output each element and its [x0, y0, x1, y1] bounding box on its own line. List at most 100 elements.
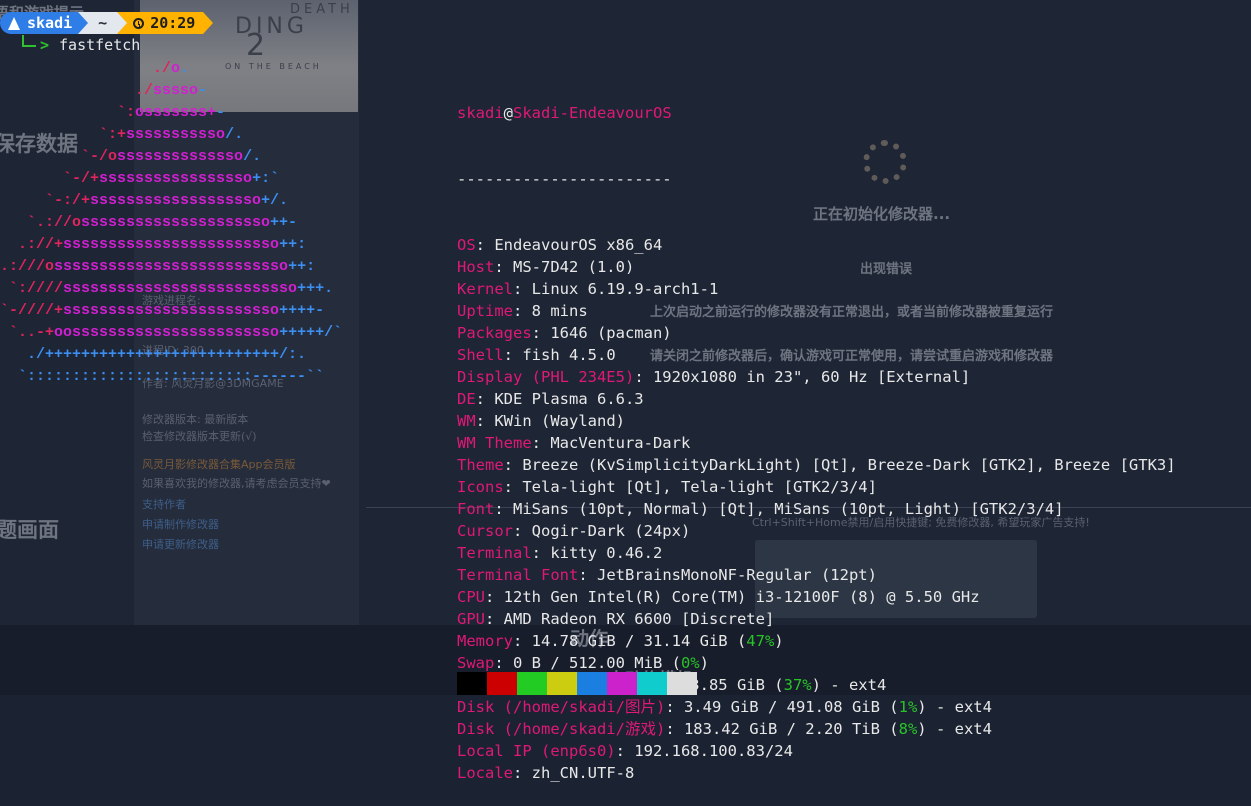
fetch-percent: 37%: [783, 676, 812, 694]
fetch-value: : 14.78 GiB / 31.14 GiB (: [513, 632, 747, 650]
fetch-key: WM Theme: [457, 434, 532, 452]
fetch-percent: 8%: [898, 720, 918, 738]
fetch-row: CPU: 12th Gen Intel(R) Core(TM) i3-12100…: [457, 586, 1176, 608]
fetch-key: Icons: [457, 478, 504, 496]
fetch-row: Disk (/home/skadi/图片): 3.49 GiB / 491.08…: [457, 696, 1176, 718]
fetch-tail: ) - ext4: [917, 698, 992, 716]
arch-logo-icon: [8, 16, 20, 30]
fetch-key: CPU: [457, 588, 485, 606]
command-text: fastfetch: [59, 36, 141, 54]
bg-check-update: 检查修改器版本更新(√): [142, 430, 257, 443]
fetch-key: Terminal: [457, 544, 532, 562]
palette-swatch: [577, 672, 607, 695]
fetch-row: Disk (/home/skadi/游戏): 183.42 GiB / 2.20…: [457, 718, 1176, 740]
fetch-value: : Qogir-Dark (24px): [513, 522, 691, 540]
fetch-row: Shell: fish 4.5.0: [457, 344, 1176, 366]
fetch-key: Memory: [457, 632, 513, 650]
fetch-key: Locale: [457, 764, 513, 782]
palette-swatch: [607, 672, 637, 695]
fetch-hostname: Skadi-EndeavourOS: [513, 104, 672, 122]
fetch-value: : MacVentura-Dark: [531, 434, 691, 452]
fetch-row: Swap: 0 B / 512.00 MiB (0%): [457, 652, 1176, 674]
fetch-row: Memory: 14.78 GiB / 31.14 GiB (47%): [457, 630, 1176, 652]
fetch-key: Swap: [457, 654, 495, 672]
fetch-tail: ): [699, 654, 709, 672]
fetch-value: : MiSans (10pt, Normal) [Qt], MiSans (10…: [494, 500, 1064, 518]
bg-promo-sub: 如果喜欢我的修改器,请考虑会员支持❤: [142, 477, 331, 490]
powerline-separator-icon: [117, 12, 128, 34]
fetch-value: : 12th Gen Intel(R) Core(TM) i3-12100F (…: [485, 588, 980, 606]
fetch-value: : 1920x1080 in 23", 60 Hz [External]: [634, 368, 971, 386]
fetch-row: Icons: Tela-light [Qt], Tela-light [GTK2…: [457, 476, 1176, 498]
fetch-row: Cursor: Qogir-Dark (24px): [457, 520, 1176, 542]
prompt-dir: ~: [98, 14, 108, 32]
fetch-value: : MS-7D42 (1.0): [494, 258, 635, 276]
fetch-row: Theme: Breeze (KvSimplicityDarkLight) [Q…: [457, 454, 1176, 476]
fetch-key: Theme: [457, 456, 504, 474]
fetch-value: : Breeze (KvSimplicityDarkLight) [Qt], B…: [503, 456, 1176, 474]
fetch-value: : EndeavourOS x86_64: [475, 236, 663, 254]
bg-version: 修改器版本: 最新版本: [142, 413, 249, 426]
palette-swatch: [457, 672, 487, 695]
fetch-row: DE: KDE Plasma 6.6.3: [457, 388, 1176, 410]
fetch-value: : fish 4.5.0: [503, 346, 616, 364]
fetch-value: : 183.42 GiB / 2.20 TiB (: [665, 720, 899, 738]
fetch-row: Local IP (enp6s0): 192.168.100.83/24: [457, 740, 1176, 762]
fetch-value: : zh_CN.UTF-8: [513, 764, 635, 782]
fetch-row: Host: MS-7D42 (1.0): [457, 256, 1176, 278]
fetch-key: WM: [457, 412, 476, 430]
shell-prompt: skadi ~ 20:29: [0, 12, 214, 34]
fetch-row: WM: KWin (Wayland): [457, 410, 1176, 432]
fetch-value: : Linux 6.19.9-arch1-1: [513, 280, 719, 298]
fetch-key: Disk (/home/skadi/游戏): [457, 720, 666, 738]
fetch-value: : Tela-light [Qt], Tela-light [GTK2/3/4]: [503, 478, 877, 496]
bg-link-update: 申请更新修改器: [142, 538, 219, 551]
fetch-key: Cursor: [457, 522, 513, 540]
fetch-at: @: [503, 104, 514, 122]
fetch-value: : kitty 0.46.2: [531, 544, 663, 562]
bg-link-request: 申请制作修改器: [142, 518, 219, 531]
prompt-arrow-icon: >: [40, 36, 50, 54]
prompt-user: skadi: [27, 14, 73, 32]
fetch-value: : KDE Plasma 6.6.3: [475, 390, 644, 408]
fetch-percent: 0%: [680, 654, 700, 672]
endeavouros-ascii-logo: ./o. ./sssso- `:osssssss+- `:+ssssssssss…: [0, 60, 343, 385]
prompt-time: 20:29: [150, 14, 196, 32]
fetch-key: Shell: [457, 346, 504, 364]
fetch-key: Disk (/home/skadi/图片): [457, 698, 666, 716]
fetch-separator: -----------------------: [457, 170, 672, 188]
powerline-separator-icon: [78, 12, 89, 34]
fetch-value: : 0 B / 512.00 MiB (: [494, 654, 681, 672]
fetch-value: : 3.49 GiB / 491.08 GiB (: [665, 698, 899, 716]
palette-swatch: [667, 672, 697, 695]
fetch-key: Uptime: [457, 302, 513, 320]
fetch-key: Font: [457, 500, 495, 518]
fetch-key: Host: [457, 258, 495, 276]
fetch-value: : 192.168.100.83/24: [615, 742, 793, 760]
fetch-key: DE: [457, 390, 476, 408]
fetch-key: Kernel: [457, 280, 513, 298]
fetch-value: : AMD Radeon RX 6600 [Discrete]: [485, 610, 775, 628]
fetch-row: Terminal: kitty 0.46.2: [457, 542, 1176, 564]
fetch-row: OS: EndeavourOS x86_64: [457, 234, 1176, 256]
fetch-rows: OS: EndeavourOS x86_64 Host: MS-7D42 (1.0…: [457, 234, 1176, 784]
palette-swatch: [517, 672, 547, 695]
fetch-tail: ) - ext4: [811, 676, 887, 694]
palette-swatch: [547, 672, 577, 695]
bg-link-support: 支持作者: [142, 498, 186, 511]
command-line[interactable]: > fastfetch: [22, 35, 141, 54]
fetch-row: Kernel: Linux 6.19.9-arch1-1: [457, 278, 1176, 300]
prompt-corner-icon: [22, 35, 36, 47]
fetch-value: : 8 mins: [513, 302, 588, 320]
bg-heading-screen: 题画面: [0, 518, 59, 542]
fetch-value: : KWin (Wayland): [475, 412, 625, 430]
fetch-key: Terminal Font: [457, 566, 579, 584]
fetch-row: WM Theme: MacVentura-Dark: [457, 432, 1176, 454]
fetch-row: GPU: AMD Radeon RX 6600 [Discrete]: [457, 608, 1176, 630]
fetch-tail: ): [774, 632, 784, 650]
fetch-percent: 47%: [746, 632, 775, 650]
fetch-row: Font: MiSans (10pt, Normal) [Qt], MiSans…: [457, 498, 1176, 520]
fetch-row: Display (PHL 234E5): 1920x1080 in 23", 6…: [457, 366, 1176, 388]
prompt-user-segment: skadi: [0, 12, 79, 34]
prompt-time-segment: 20:29: [127, 12, 204, 34]
